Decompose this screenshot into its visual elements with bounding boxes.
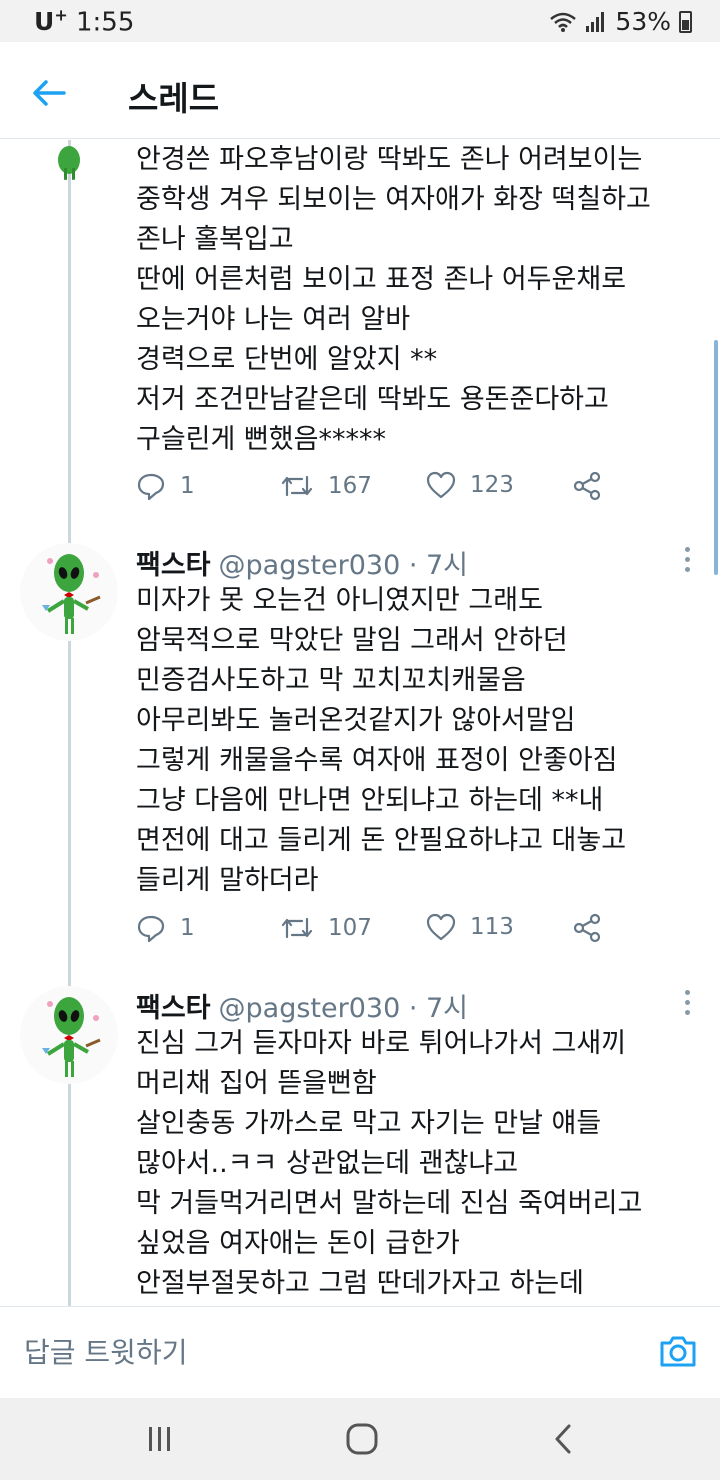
avatar[interactable] [20,140,118,180]
share-icon [573,471,601,501]
wifi-icon [550,12,577,32]
alien-avatar-icon [58,146,80,180]
retweet-icon [281,475,313,497]
camera-icon[interactable] [658,1331,698,1371]
thread-connector-line [68,140,71,1306]
tweet-header: 팩스타 @pagster030 · 7시 [136,986,468,1025]
page-title: 스레드 [128,79,220,118]
reply-icon [137,473,165,501]
tweet-text: 안경쓴 파오후남이랑 딱봐도 존나 어려보이는 중학생 겨우 되보이는 여자애가… [136,144,651,455]
thread-timeline[interactable]: 안경쓴 파오후남이랑 딱봐도 존나 어려보이는 중학생 겨우 되보이는 여자애가… [0,140,720,1306]
like-button[interactable]: 123 [426,471,514,499]
system-nav-bar [0,1398,720,1480]
status-left: U+ 1:55 [34,6,134,37]
battery-percent: 53% [615,7,671,36]
more-icon[interactable] [682,990,692,1022]
author-name[interactable]: 팩스타 [136,993,211,1024]
status-right: 53% [549,7,692,36]
alien-avatar-icon [20,986,118,1084]
tweet-actions: 1 167 123 [136,471,616,511]
share-button[interactable] [572,471,602,501]
carrier-logo: U+ [34,6,68,37]
reply-input[interactable]: 답글 트윗하기 [0,1307,640,1399]
back-arrow-icon[interactable] [28,72,70,114]
back-icon[interactable] [544,1420,584,1458]
reply-button[interactable]: 1 [136,471,195,501]
share-icon [573,913,601,943]
like-button[interactable]: 113 [426,913,514,941]
reply-bar: 답글 트윗하기 [0,1306,720,1398]
recents-icon[interactable] [140,1420,180,1458]
retweet-button[interactable]: 167 [280,471,372,501]
tweet-actions: 1 107 113 [136,913,616,953]
more-icon[interactable] [682,547,692,579]
retweet-button[interactable]: 107 [280,913,372,943]
retweet-icon [281,917,313,939]
scrollbar[interactable] [714,340,718,575]
like-icon [426,913,456,941]
author-name[interactable]: 팩스타 [136,550,211,581]
author-handle[interactable]: @pagster030 · 7시 [219,993,469,1024]
avatar[interactable] [20,543,118,641]
clock: 1:55 [75,7,135,38]
tweet-text: 미자가 못 오는건 아니였지만 그래도 암묵적으로 막았단 말임 그래서 안하던… [136,585,627,896]
like-icon [426,471,456,499]
author-handle[interactable]: @pagster030 · 7시 [219,550,469,581]
app-header: 스레드 [0,42,720,139]
reply-icon [137,915,165,943]
tweet-header: 팩스타 @pagster030 · 7시 [136,543,468,582]
signal-icon [586,11,605,32]
home-icon[interactable] [342,1420,382,1458]
battery-icon [679,10,692,33]
avatar[interactable] [20,986,118,1084]
tweet-text: 진심 그거 듣자마자 바로 튀어나가서 그새끼 머리채 집어 뜯을뻔함 살인충동… [136,1028,643,1299]
share-button[interactable] [572,913,602,943]
status-bar: U+ 1:55 53% [0,0,720,42]
alien-avatar-icon [20,543,118,641]
reply-button[interactable]: 1 [136,913,195,943]
